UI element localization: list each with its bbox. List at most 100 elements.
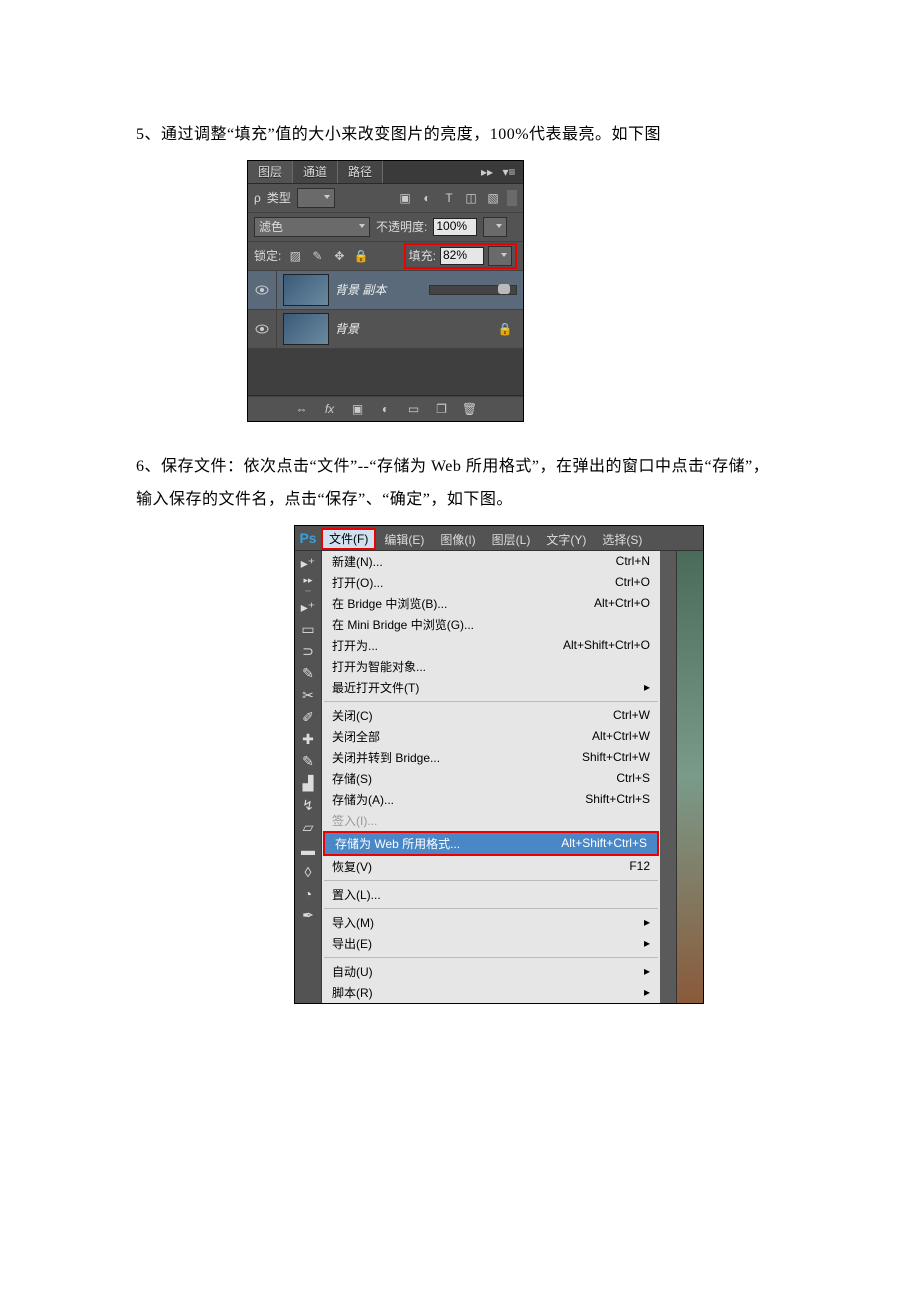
- filter-type-icon[interactable]: T: [441, 190, 457, 206]
- tool-crop[interactable]: ✂: [297, 685, 319, 707]
- menu-item-label: 导入(M): [332, 914, 374, 931]
- toolbar-expand[interactable]: ▸▸: [297, 575, 319, 587]
- menu-item-close[interactable]: 关闭(C) Ctrl+W: [322, 705, 660, 726]
- tool-marquee[interactable]: ▭: [297, 619, 319, 641]
- menu-item-import[interactable]: 导入(M)▸: [322, 912, 660, 933]
- menu-item-revert[interactable]: 恢复(V)F12: [322, 856, 660, 877]
- delete-layer-icon[interactable]: 🗑: [462, 401, 478, 417]
- tab-channels[interactable]: 通道: [293, 161, 338, 183]
- menu-item-checkin[interactable]: 签入(I)...: [322, 810, 660, 831]
- fill-slider-knob[interactable]: [498, 284, 510, 294]
- new-layer-icon[interactable]: ❐: [434, 401, 450, 417]
- menu-item-label: 关闭(C): [332, 707, 373, 724]
- menu-item-shortcut: Ctrl+S: [616, 771, 650, 785]
- tool-gradient[interactable]: ▬: [297, 839, 319, 861]
- tool-stamp[interactable]: ▟: [297, 773, 319, 795]
- layer-bg-copy[interactable]: 背景 副本: [248, 271, 523, 310]
- menu-item-open[interactable]: 打开(O)...Ctrl+O: [322, 572, 660, 593]
- tool-blur[interactable]: ◊: [297, 861, 319, 883]
- menu-item-saveweb[interactable]: 存储为 Web 所用格式...Alt+Shift+Ctrl+S: [325, 833, 657, 854]
- menu-item-label: 关闭并转到 Bridge...: [332, 749, 440, 766]
- menu-item-label: 恢复(V): [332, 858, 372, 875]
- tool-history-brush[interactable]: ↯: [297, 795, 319, 817]
- lock-all-icon[interactable]: 🔒: [353, 248, 369, 264]
- tool-artboard[interactable]: ▸⁺: [297, 597, 319, 619]
- menu-item-minibrowse[interactable]: 在 Mini Bridge 中浏览(G)...: [322, 614, 660, 635]
- menu-image[interactable]: 图像(I): [432, 530, 483, 550]
- menu-item-save[interactable]: 存储(S)Ctrl+S: [322, 768, 660, 789]
- opacity-value[interactable]: 100%: [433, 218, 477, 236]
- fill-dropdown[interactable]: [488, 246, 512, 266]
- layer-thumbnail: [283, 313, 329, 345]
- fill-highlight: 填充: 82%: [404, 243, 517, 269]
- menu-separator: [324, 957, 658, 958]
- menu-type[interactable]: 文字(Y): [538, 530, 594, 550]
- tool-eraser[interactable]: ▱: [297, 817, 319, 839]
- menu-separator: [324, 880, 658, 881]
- link-layers-icon[interactable]: ⇔: [294, 401, 310, 417]
- layer-mask-icon[interactable]: ▣: [350, 401, 366, 417]
- lock-image-icon[interactable]: ✎: [309, 248, 325, 264]
- menu-item-place[interactable]: 置入(L)...: [322, 884, 660, 905]
- tool-quick-select[interactable]: ✎: [297, 663, 319, 685]
- menu-item-label: 脚本(R): [332, 984, 373, 1001]
- layers-empty: [248, 349, 523, 396]
- tool-healing[interactable]: ✚: [297, 729, 319, 751]
- menu-item-opensmart[interactable]: 打开为智能对象...: [322, 656, 660, 677]
- menu-item-label: 存储为(A)...: [332, 791, 394, 808]
- menu-edit[interactable]: 编辑(E): [376, 530, 432, 550]
- tab-layers[interactable]: 图层: [248, 161, 293, 183]
- tool-lasso[interactable]: ⊃: [297, 641, 319, 663]
- menu-item-label: 自动(U): [332, 963, 373, 980]
- tab-paths[interactable]: 路径: [338, 161, 383, 183]
- menu-item-recent[interactable]: 最近打开文件(T)▸: [322, 677, 660, 698]
- menu-item-closego[interactable]: 关闭并转到 Bridge... Shift+Ctrl+W: [322, 747, 660, 768]
- fill-value[interactable]: 82%: [440, 247, 484, 265]
- lock-label: 锁定:: [254, 247, 281, 264]
- doc-arrange-strip: [660, 551, 677, 1003]
- menu-item-scripts[interactable]: 脚本(R)▸: [322, 982, 660, 1003]
- filter-pixel-icon[interactable]: ▣: [397, 190, 413, 206]
- menu-item-label: 打开(O)...: [332, 574, 383, 591]
- menu-item-shortcut: Shift+Ctrl+W: [582, 750, 650, 764]
- menu-item-automate[interactable]: 自动(U) ▸: [322, 961, 660, 982]
- visibility-toggle[interactable]: [248, 310, 277, 348]
- layer-kind-select[interactable]: [297, 188, 335, 208]
- menu-layer[interactable]: 图层(L): [484, 530, 539, 550]
- layer-bg[interactable]: 背景 🔒: [248, 310, 523, 349]
- menubar: Ps 文件(F) 编辑(E) 图像(I) 图层(L) 文字(Y) 选择(S): [295, 526, 703, 551]
- collapse-icon[interactable]: ▸▸: [479, 164, 495, 180]
- fill-slider[interactable]: [429, 285, 517, 295]
- menu-select[interactable]: 选择(S): [594, 530, 650, 550]
- menu-item-openas[interactable]: 打开为...Alt+Shift+Ctrl+O: [322, 635, 660, 656]
- tool-dodge[interactable]: ◔: [297, 883, 319, 905]
- tool-eyedropper[interactable]: ✐: [297, 707, 319, 729]
- menu-item-closeall[interactable]: 关闭全部Alt+Ctrl+W: [322, 726, 660, 747]
- filter-shape-icon[interactable]: ◫: [463, 190, 479, 206]
- tool-move[interactable]: ▸⁺: [297, 553, 319, 575]
- panel-menu-icon[interactable]: ▾≡: [501, 164, 517, 180]
- lock-transparent-icon[interactable]: ▨: [287, 248, 303, 264]
- menu-item-label: 签入(I)...: [332, 812, 377, 829]
- filter-adjust-icon[interactable]: ◐: [419, 190, 435, 206]
- lock-position-icon[interactable]: ✥: [331, 248, 347, 264]
- menu-item-label: 置入(L)...: [332, 886, 381, 903]
- submenu-arrow-icon: ▸: [644, 936, 650, 950]
- menu-item-export[interactable]: 导出(E)▸: [322, 933, 660, 954]
- filter-toggle[interactable]: [507, 190, 517, 206]
- menu-file[interactable]: 文件(F): [321, 528, 376, 550]
- blend-mode-select[interactable]: 滤色: [254, 217, 370, 237]
- adjustment-layer-icon[interactable]: ◐: [378, 401, 394, 417]
- menu-item-shortcut: Ctrl+W: [613, 708, 650, 722]
- menu-item-saveas[interactable]: 存储为(A)...Shift+Ctrl+S: [322, 789, 660, 810]
- menu-item-browse[interactable]: 在 Bridge 中浏览(B)...Alt+Ctrl+O: [322, 593, 660, 614]
- menu-item-new[interactable]: 新建(N)...Ctrl+N: [322, 551, 660, 572]
- opacity-dropdown[interactable]: [483, 217, 507, 237]
- layer-effects-icon[interactable]: fx: [322, 401, 338, 417]
- filter-smart-icon[interactable]: ▧: [485, 190, 501, 206]
- new-group-icon[interactable]: ▭: [406, 401, 422, 417]
- tool-brush[interactable]: ✎: [297, 751, 319, 773]
- submenu-arrow-icon: ▸: [644, 964, 650, 978]
- visibility-toggle[interactable]: [248, 271, 277, 309]
- tool-pen[interactable]: ✒: [297, 905, 319, 927]
